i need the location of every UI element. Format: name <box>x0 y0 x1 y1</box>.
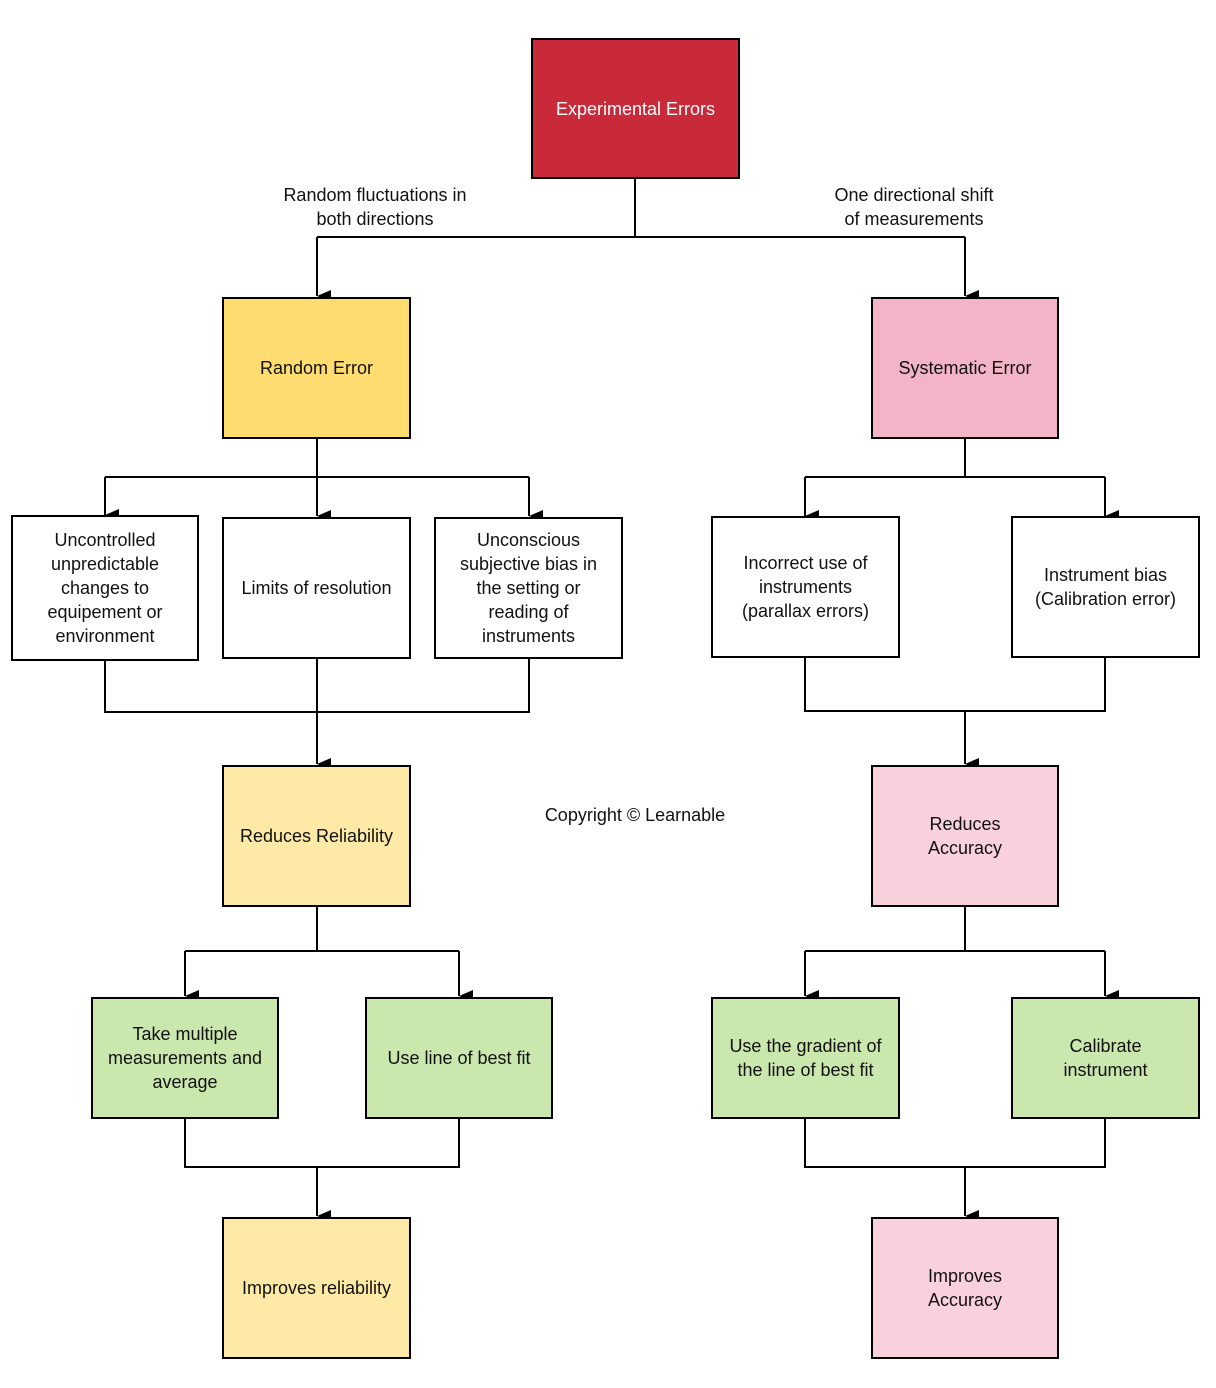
branch-label-random: Random fluctuations in both directions <box>283 185 467 229</box>
node-cause-limits-of-resolution-label: Limits of resolution <box>241 578 392 598</box>
connector-random-causes <box>105 438 529 478</box>
node-cause-incorrect-use: Incorrect use of instruments (parallax e… <box>711 516 900 658</box>
node-cause-instrument-bias-label: Instrument bias (Calibration error) <box>1034 565 1177 609</box>
copyright-notice: Copyright © Learnable <box>544 805 726 825</box>
node-experimental-errors: Experimental Errors <box>531 38 740 179</box>
node-cause-subjective-bias-label: Unconscious subjective bias in the setti… <box>459 530 598 646</box>
node-reduces-reliability-label: Reduces Reliability <box>239 826 394 846</box>
node-cause-limits-of-resolution: Limits of resolution <box>222 517 411 659</box>
node-cause-incorrect-use-label: Incorrect use of instruments (parallax e… <box>741 553 870 621</box>
node-improves-reliability: Improves reliability <box>222 1217 411 1359</box>
node-remedy-multiple-measurements: Take multiple measurements and average <box>91 997 279 1119</box>
node-remedy-calibrate-label: Calibrate instrument <box>1063 1036 1148 1080</box>
node-remedy-line-of-best-fit: Use line of best fit <box>365 997 553 1119</box>
node-systematic-error: Systematic Error <box>871 297 1059 439</box>
connector-systematic-remedies-merge <box>804 1118 1106 1168</box>
node-cause-subjective-bias: Unconscious subjective bias in the setti… <box>434 517 623 659</box>
node-random-error: Random Error <box>222 297 411 439</box>
node-remedy-line-of-best-fit-label: Use line of best fit <box>387 1048 531 1068</box>
node-remedy-calibrate: Calibrate instrument <box>1011 997 1200 1119</box>
connector-accuracy-remedies <box>805 906 1105 952</box>
connector-systematic-causes <box>805 438 1105 478</box>
connector-lines <box>104 178 1119 1222</box>
branch-label-systematic: One directional shift of measurements <box>834 185 994 229</box>
node-improves-accuracy-label: Improves Accuracy <box>927 1266 1003 1310</box>
node-reduces-accuracy: Reduces Accuracy <box>871 765 1059 907</box>
node-improves-reliability-label: Improves reliability <box>241 1278 392 1298</box>
node-cause-uncontrolled-changes-label: Uncontrolled unpredictable changes to eq… <box>47 530 163 646</box>
connector-reliability-remedies <box>185 906 459 952</box>
node-remedy-gradient-label: Use the gradient of the line of best fit <box>729 1036 882 1080</box>
connector-random-remedies-merge <box>184 1118 460 1168</box>
node-systematic-error-label: Systematic Error <box>898 358 1032 378</box>
connector-systematic-merge <box>804 658 1106 712</box>
node-reduces-accuracy-label: Reduces Accuracy <box>927 814 1003 858</box>
node-experimental-errors-label: Experimental Errors <box>555 98 716 119</box>
node-cause-instrument-bias: Instrument bias (Calibration error) <box>1011 516 1200 658</box>
connector-random-merge <box>104 658 530 713</box>
node-reduces-reliability: Reduces Reliability <box>222 765 411 907</box>
node-cause-uncontrolled-changes: Uncontrolled unpredictable changes to eq… <box>11 515 199 661</box>
node-random-error-label: Random Error <box>259 358 374 378</box>
node-improves-accuracy: Improves Accuracy <box>871 1217 1059 1359</box>
node-remedy-multiple-measurements-label: Take multiple measurements and average <box>107 1024 263 1092</box>
node-remedy-gradient: Use the gradient of the line of best fit <box>711 997 900 1119</box>
